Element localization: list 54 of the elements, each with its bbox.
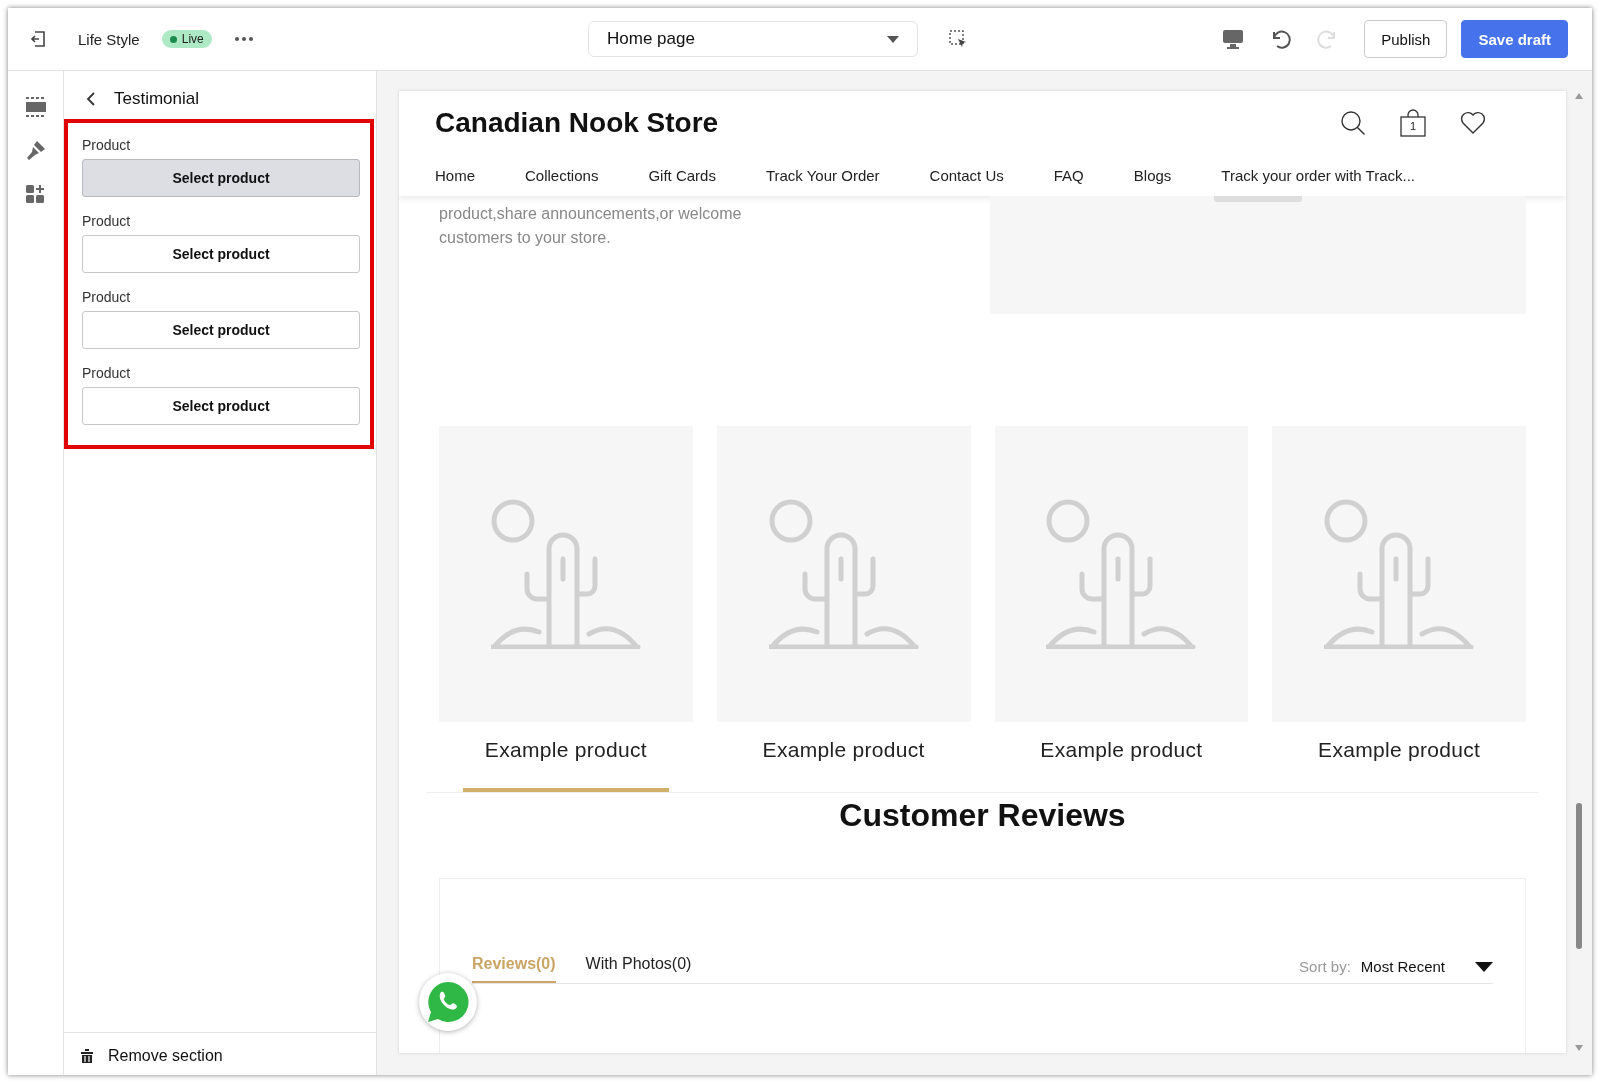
sort-value[interactable]: Most Recent — [1360, 958, 1445, 975]
brush-icon[interactable] — [24, 139, 47, 161]
select-product-button[interactable]: Select product — [82, 311, 360, 349]
heart-icon[interactable] — [1460, 111, 1486, 135]
back-icon[interactable] — [86, 92, 96, 106]
product-title[interactable]: Example product — [462, 722, 669, 792]
nav-link[interactable]: Collections — [525, 167, 599, 184]
search-icon[interactable] — [1340, 110, 1366, 136]
field-label: Product — [82, 289, 132, 305]
cactus-icon — [768, 499, 919, 649]
scrollbar[interactable] — [1572, 91, 1586, 1053]
cactus-icon — [1324, 499, 1475, 649]
product-title[interactable]: Example product — [1018, 722, 1225, 792]
more-icon[interactable] — [233, 36, 254, 42]
panel-title: Testimonial — [114, 89, 200, 109]
caret-icon[interactable] — [1475, 961, 1493, 972]
nav-link[interactable]: Track your order with Track... — [1221, 167, 1415, 184]
scroll-up-icon[interactable] — [1575, 93, 1583, 99]
sections-icon[interactable] — [24, 97, 47, 117]
field-label: Product — [82, 213, 132, 229]
status-badge: Live — [161, 30, 212, 48]
nav-link[interactable]: FAQ — [1053, 167, 1084, 184]
nav-link[interactable]: Gift Cards — [648, 167, 716, 184]
nav-link[interactable]: Contact Us — [929, 167, 1004, 184]
sort-label: Sort by: — [1299, 958, 1351, 975]
chat-button[interactable] — [419, 973, 477, 1031]
remove-section-button[interactable]: Remove section — [80, 1047, 223, 1065]
intro-text: product,share announcements,or welcome customers to your store. — [439, 204, 743, 248]
trash-icon — [80, 1048, 94, 1064]
desktop-icon[interactable] — [1222, 29, 1245, 49]
store-name: Canadian Nook Store — [435, 107, 719, 139]
publish-button[interactable]: Publish — [1364, 20, 1448, 58]
field-label: Product — [82, 365, 132, 381]
cactus-icon — [490, 499, 641, 649]
select-product-button[interactable]: Select product — [82, 387, 360, 425]
scroll-down-icon[interactable] — [1575, 1045, 1583, 1051]
exit-icon[interactable] — [28, 29, 48, 49]
save-draft-button[interactable]: Save draft — [1461, 20, 1568, 58]
product-title[interactable]: Example product — [740, 722, 947, 792]
select-product-button[interactable]: Select product — [82, 159, 360, 197]
product-title[interactable]: Example product — [1296, 722, 1503, 792]
section-heading: Customer Reviews — [838, 797, 1127, 834]
review-tab[interactable]: With Photos(0) — [585, 951, 692, 983]
theme-name: Life Style — [78, 30, 140, 48]
select-product-button[interactable]: Select product — [82, 235, 360, 273]
selection-cursor-icon[interactable] — [948, 29, 968, 49]
nav-link[interactable]: Home — [435, 167, 475, 184]
cactus-icon — [1046, 499, 1197, 649]
add-block-icon[interactable] — [24, 183, 47, 205]
nav-link[interactable]: Track Your Order — [765, 167, 880, 184]
caret-icon — [887, 35, 899, 43]
field-label: Product — [82, 137, 132, 153]
nav-link[interactable]: Blogs — [1133, 167, 1172, 184]
page-select[interactable]: Home page — [588, 21, 918, 57]
